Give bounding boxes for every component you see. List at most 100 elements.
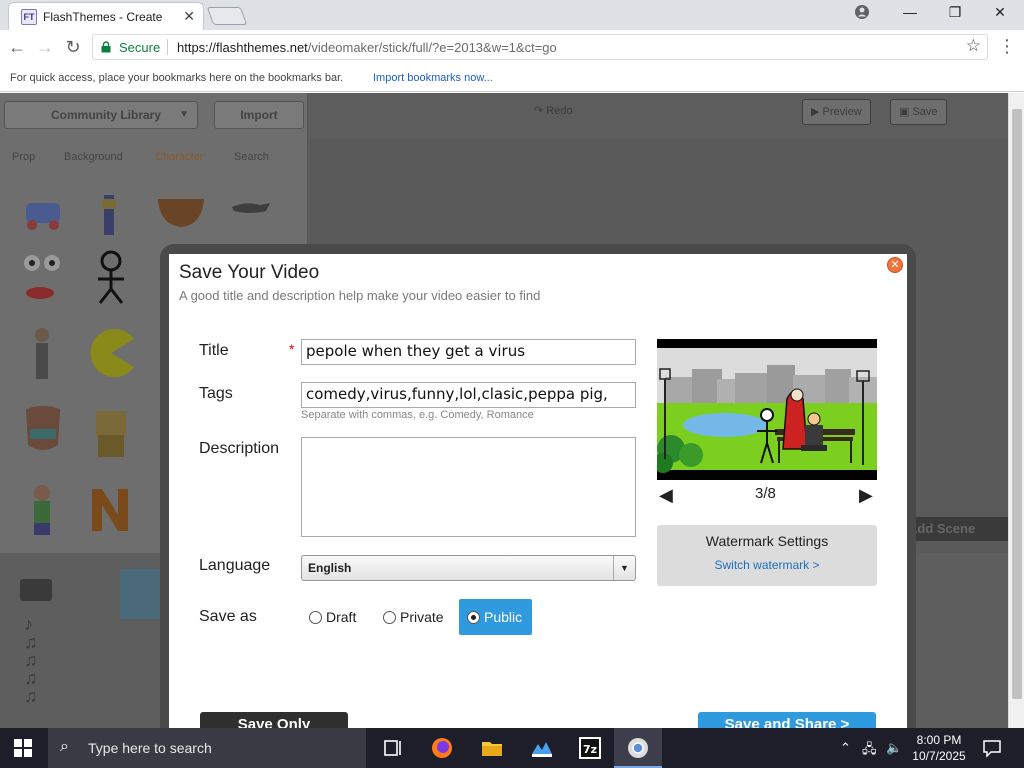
redo-label: Redo [546,105,573,117]
switch-watermark-link[interactable]: Switch watermark > [657,558,877,572]
clock-date: 10/7/2025 [912,749,966,763]
language-label: Language [199,557,271,574]
lock-icon [101,41,111,53]
library-label: Community Library [51,108,162,122]
browser-toolbar: ← → ↻ Secure https://flashthemes.net/vid… [0,30,1024,64]
network-icon[interactable]: 🖧 [862,740,877,762]
dialog-title: Save Your Video [179,262,320,283]
play-icon: ▶ [811,106,823,118]
taskbar-search[interactable]: ⌕ Type here to search [48,728,366,768]
character-thumb[interactable] [226,189,276,245]
reload-icon[interactable]: ↻ [62,37,84,57]
chrome-menu-icon[interactable]: ⋮ [998,36,1016,56]
secure-label: Secure [119,40,161,55]
url-text[interactable]: https://flashthemes.net/videomaker/stick… [177,40,557,55]
bookmarks-bar: For quick access, place your bookmarks h… [0,64,1024,92]
back-icon[interactable]: ← [6,37,28,57]
character-thumb[interactable] [18,189,68,245]
save-toolbar-button[interactable]: ▣ Save [890,99,947,125]
bookmark-star-icon[interactable]: ☆ [966,36,981,56]
tab-title: FlashThemes - Create [43,10,163,24]
thumbnail-counter: 3/8 [755,485,776,502]
redo-button[interactable]: ↷ Redo [526,99,581,125]
taskbar-clock[interactable]: 8:00 PM 10/7/2025 [908,732,970,764]
svg-text:7z: 7z [583,743,597,756]
task-view-icon[interactable] [380,736,404,760]
minimize-icon[interactable]: — [900,4,920,20]
url-host: https://flashthemes.net [177,40,308,55]
save-as-public-option[interactable]: Public [459,599,532,635]
character-thumb[interactable] [86,325,136,381]
search-icon: ⌕ [60,738,69,755]
import-bookmarks-link[interactable]: Import bookmarks now... [373,72,493,84]
browser-tab[interactable]: FT FlashThemes - Create ✕ [8,2,204,30]
app-icon[interactable] [530,736,554,760]
import-button[interactable]: Import [214,101,304,129]
bookmarks-hint: For quick access, place your bookmarks h… [10,72,344,84]
disk-icon: ▣ [899,106,913,118]
url-divider [167,39,168,55]
preview-button[interactable]: ▶ Preview [802,99,871,125]
tags-hint: Separate with commas, e.g. Comedy, Roman… [301,409,534,421]
save-toolbar-label: Save [912,106,938,118]
character-thumb[interactable] [18,325,68,381]
tab-character[interactable]: Character [155,151,203,163]
community-library-button[interactable]: Community Library ▼ [4,101,198,129]
chrome-taskbar-button[interactable] [614,728,662,768]
preview-label: Preview [822,106,862,118]
character-thumb[interactable] [156,189,206,245]
title-label: Title [199,342,229,359]
address-bar[interactable]: Secure https://flashthemes.net/videomake… [92,34,988,60]
file-explorer-icon[interactable] [480,736,504,760]
notifications-icon[interactable] [980,736,1004,760]
tab-search[interactable]: Search [234,151,269,163]
firefox-icon[interactable] [430,736,454,760]
required-marker: * [289,341,295,357]
character-thumb[interactable] [86,405,136,461]
public-radio[interactable] [467,611,480,624]
public-label: Public [484,609,523,625]
tab-close-icon[interactable]: ✕ [183,8,195,25]
clock-time: 8:00 PM [916,733,962,747]
chevron-up-icon[interactable]: ⌃ [840,740,851,756]
tab-strip: FT FlashThemes - Create ✕ — ❐ ✕ [0,0,1024,30]
restore-icon[interactable]: ❐ [945,4,965,21]
save-as-private-option[interactable]: Private [375,599,452,635]
previous-thumbnail-icon[interactable]: ◀ [659,485,673,506]
redo-icon: ↷ [534,105,547,117]
character-thumb[interactable] [86,189,136,245]
taskbar-search-placeholder: Type here to search [88,740,212,756]
tab-prop[interactable]: Prop [12,151,35,163]
character-thumb[interactable] [18,405,68,461]
new-tab-button[interactable] [206,7,248,25]
7zip-icon[interactable]: 7z [578,736,602,760]
character-thumb[interactable] [18,249,68,305]
volume-icon[interactable]: 🔈 [886,740,902,756]
character-thumb[interactable] [18,481,68,537]
character-thumb[interactable] [86,249,136,305]
watermark-title: Watermark Settings [705,533,829,549]
draft-radio[interactable] [309,611,322,624]
scrollbar-thumb[interactable] [1012,109,1022,699]
profile-icon[interactable] [852,4,872,23]
character-thumb[interactable] [86,481,136,537]
windows-taskbar: ⌕ Type here to search 7z ⌃ 🖧 🔈 8:00 PM 1… [0,728,1024,768]
next-thumbnail-icon[interactable]: ▶ [859,485,873,506]
dropdown-arrow-icon: ▼ [613,556,635,580]
page-scrollbar[interactable] [1008,93,1024,728]
forward-icon[interactable]: → [34,37,56,57]
windows-start-icon[interactable] [14,739,32,757]
language-select[interactable]: English ▼ [301,555,636,581]
save-as-draft-option[interactable]: Draft [301,599,364,635]
tab-background[interactable]: Background [64,151,123,163]
private-radio[interactable] [383,611,396,624]
description-textarea[interactable] [301,437,636,537]
add-scene-button[interactable]: Add Scene [900,517,1008,541]
tags-input[interactable]: comedy,virus,funny,lol,clasic,peppa pig, [301,382,636,408]
language-value: English [308,561,352,575]
close-dialog-icon[interactable]: ✕ [887,257,903,273]
close-window-icon[interactable]: ✕ [990,4,1010,21]
tags-label: Tags [199,385,233,402]
draft-label: Draft [326,609,357,625]
title-input[interactable]: pepole when they get a virus [301,339,636,365]
